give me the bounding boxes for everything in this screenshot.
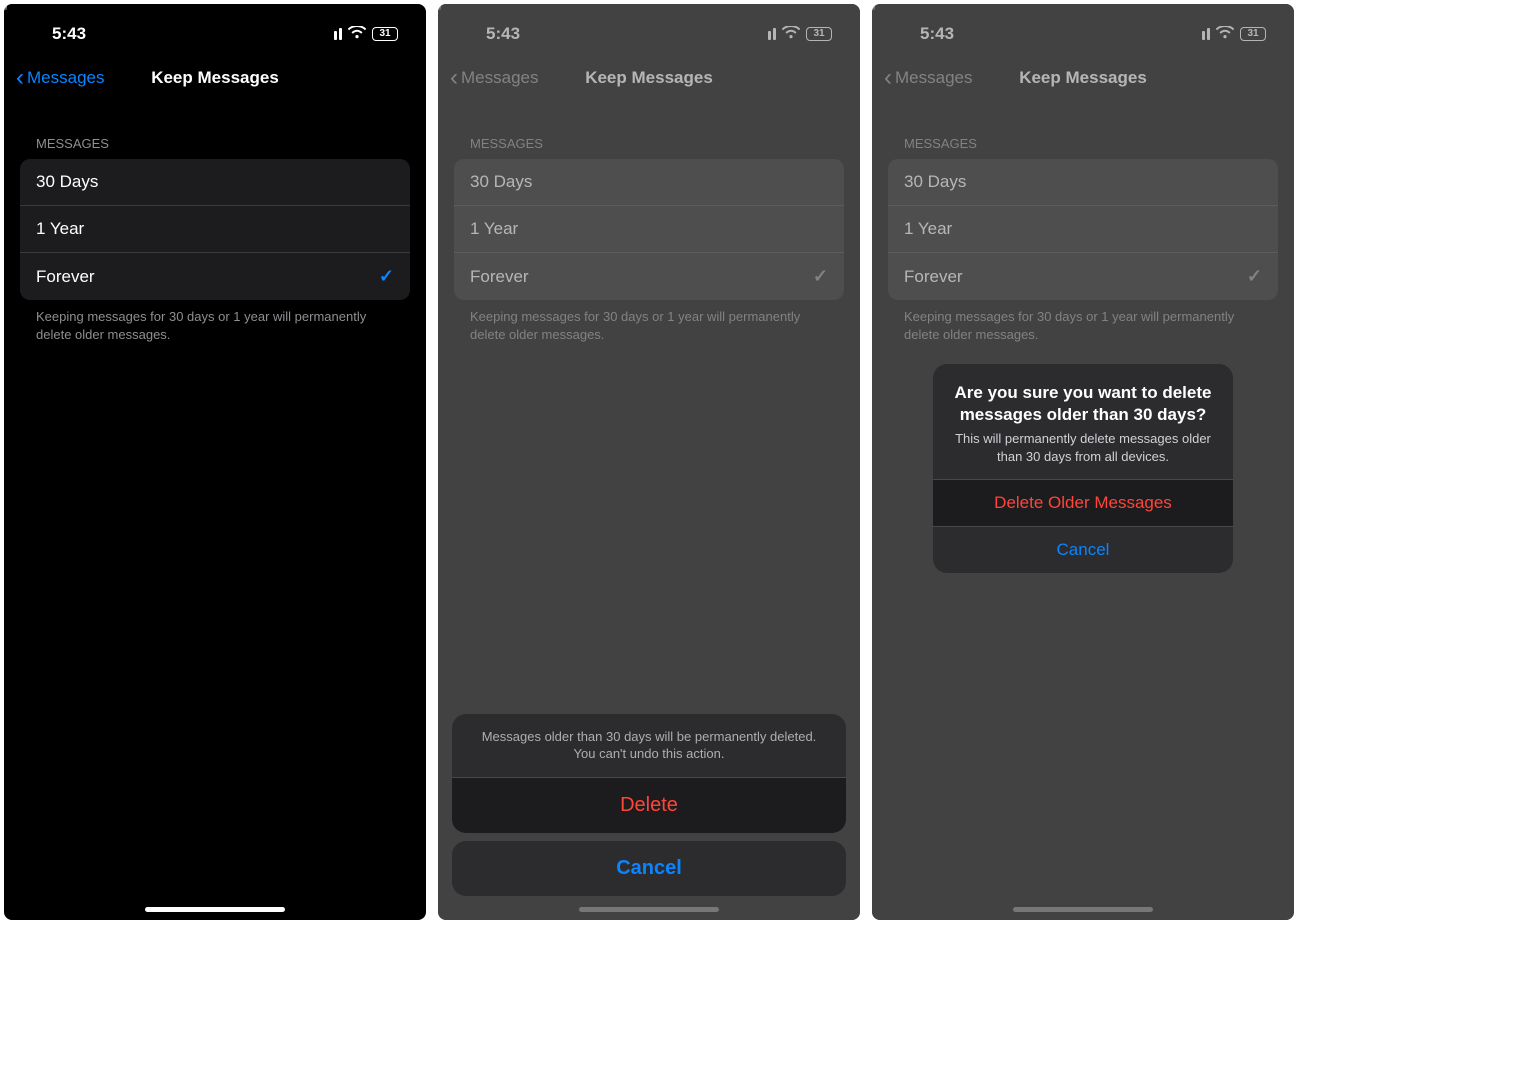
wifi-icon <box>348 24 366 44</box>
screen-2-action-sheet: 5:43 31 ‹ Messages Keep Messages MESSAGE… <box>438 4 860 920</box>
alert-title: Are you sure you want to delete messages… <box>953 382 1213 426</box>
back-button[interactable]: ‹ Messages <box>16 66 104 90</box>
action-sheet: Messages older than 30 days will be perm… <box>452 714 846 896</box>
option-label: 30 Days <box>36 172 98 192</box>
cancel-button[interactable]: Cancel <box>933 526 1233 573</box>
cellular-icon <box>334 28 342 40</box>
battery-icon: 31 <box>372 27 398 41</box>
status-bar: 5:43 31 <box>4 4 426 52</box>
screen-3-alert: 5:43 31 ‹ Messages Keep Messages MESSAGE… <box>872 4 1294 920</box>
section-header: MESSAGES <box>4 100 426 159</box>
option-forever[interactable]: Forever ✓ <box>20 253 410 300</box>
home-indicator[interactable] <box>579 907 719 912</box>
home-indicator[interactable] <box>1013 907 1153 912</box>
navigation-bar: ‹ Messages Keep Messages <box>4 56 426 100</box>
cancel-button[interactable]: Cancel <box>452 841 846 896</box>
option-label: 1 Year <box>36 219 84 239</box>
option-30-days[interactable]: 30 Days <box>20 159 410 206</box>
clock: 5:43 <box>52 24 86 44</box>
alert-subtitle: This will permanently delete messages ol… <box>953 430 1213 465</box>
option-1-year[interactable]: 1 Year <box>20 206 410 253</box>
checkmark-icon: ✓ <box>379 266 394 287</box>
section-footer: Keeping messages for 30 days or 1 year w… <box>4 300 426 351</box>
screen-1-keep-messages: 5:43 31 ‹ Messages Keep Messages MESSAGE… <box>4 4 426 920</box>
delete-older-messages-button[interactable]: Delete Older Messages <box>933 479 1233 526</box>
alert-dialog: Are you sure you want to delete messages… <box>933 364 1233 573</box>
options-list: 30 Days 1 Year Forever ✓ <box>20 159 410 300</box>
chevron-left-icon: ‹ <box>16 66 24 90</box>
back-label: Messages <box>27 68 104 88</box>
option-label: Forever <box>36 267 95 287</box>
alert-container: Are you sure you want to delete messages… <box>872 4 1294 920</box>
sheet-message: Messages older than 30 days will be perm… <box>452 714 846 778</box>
delete-button[interactable]: Delete <box>452 778 846 833</box>
home-indicator[interactable] <box>145 907 285 912</box>
